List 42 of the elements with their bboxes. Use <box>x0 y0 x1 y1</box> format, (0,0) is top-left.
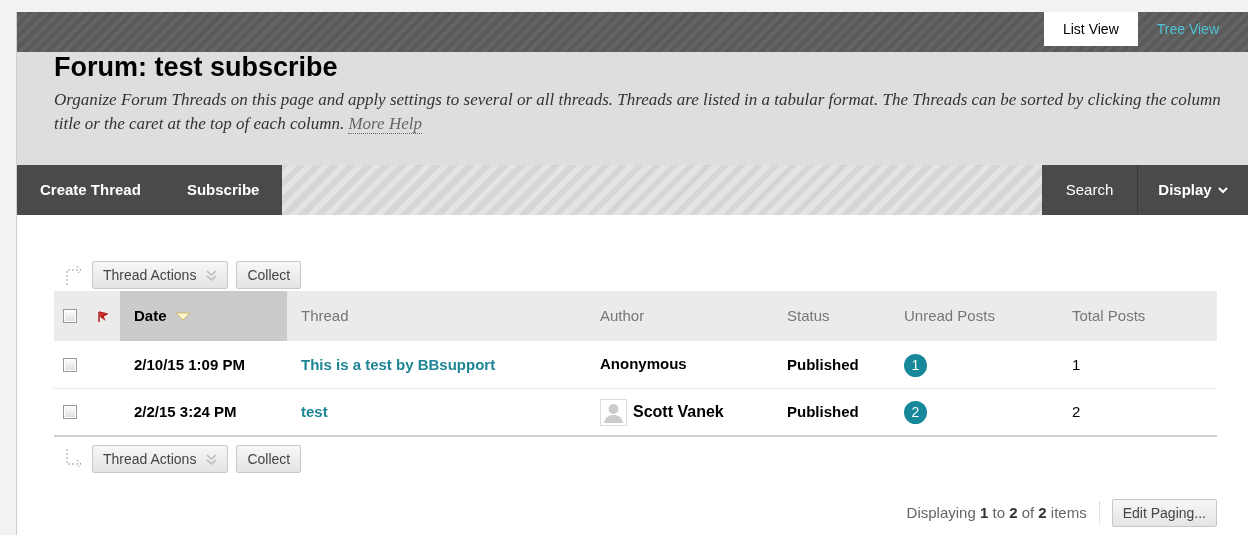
page-title: Forum: test subscribe <box>54 52 339 82</box>
thread-link[interactable]: This is a test by BBsupport <box>301 355 496 373</box>
unread-count-badge[interactable]: 1 <box>904 353 927 377</box>
checkbox[interactable] <box>63 405 77 419</box>
thread-actions-menu[interactable]: Thread Actions <box>92 445 229 473</box>
date-text: 2/10/15 1:09 PM <box>134 355 245 373</box>
column-header[interactable]: Total Posts <box>1072 291 1146 341</box>
double-chevron-icon <box>206 453 218 465</box>
action-button[interactable]: Create Thread <box>17 165 164 215</box>
column-header[interactable]: Date <box>120 291 287 341</box>
action-button[interactable]: Subscribe <box>163 165 283 215</box>
status-text: Published <box>787 403 859 420</box>
collect-button[interactable]: Collect <box>236 261 302 289</box>
column-header[interactable]: Thread <box>301 291 349 341</box>
edit-paging-button[interactable]: Edit Paging... <box>1111 499 1217 527</box>
author-name: Scott Vanek <box>633 402 724 422</box>
connector-arrow-icon <box>66 449 82 469</box>
thread-actions-menu[interactable]: Thread Actions <box>92 261 229 289</box>
view-tab[interactable]: List View <box>1043 12 1138 46</box>
column-header[interactable]: Author <box>600 291 645 341</box>
status-text: Published <box>787 355 859 373</box>
double-chevron-icon <box>206 269 218 281</box>
paging-summary: Displaying 1 to 2 of 2 items <box>906 501 1100 525</box>
flag-icon <box>98 310 108 322</box>
search-button[interactable]: Search <box>1042 165 1138 215</box>
chevron-down-icon <box>1217 186 1228 194</box>
sort-caret-icon <box>174 311 191 321</box>
checkbox[interactable] <box>63 357 77 372</box>
thread-link[interactable]: test <box>301 403 328 420</box>
connector-arrow-icon <box>66 265 82 285</box>
collect-button[interactable]: Collect <box>236 445 302 473</box>
display-button[interactable]: Display <box>1138 165 1248 215</box>
column-header[interactable]: Unread Posts <box>904 291 995 341</box>
total-posts-text: 2 <box>1072 403 1081 420</box>
author-name: Anonymous <box>600 354 687 375</box>
checkbox[interactable] <box>63 309 77 323</box>
unread-count-badge[interactable]: 2 <box>904 401 927 424</box>
more-help-link[interactable]: More Help <box>348 114 422 134</box>
total-posts-text: 1 <box>1072 355 1081 373</box>
date-text: 2/2/15 3:24 PM <box>134 403 237 420</box>
page-description: Organize Forum Threads on this page and apply settings to several or all threads. Threads are listed in a tabular format. The Threads can be sorted by clicking the column title or the caret at the top of each column. More Help <box>54 89 1222 136</box>
column-header[interactable]: Status <box>787 291 830 341</box>
